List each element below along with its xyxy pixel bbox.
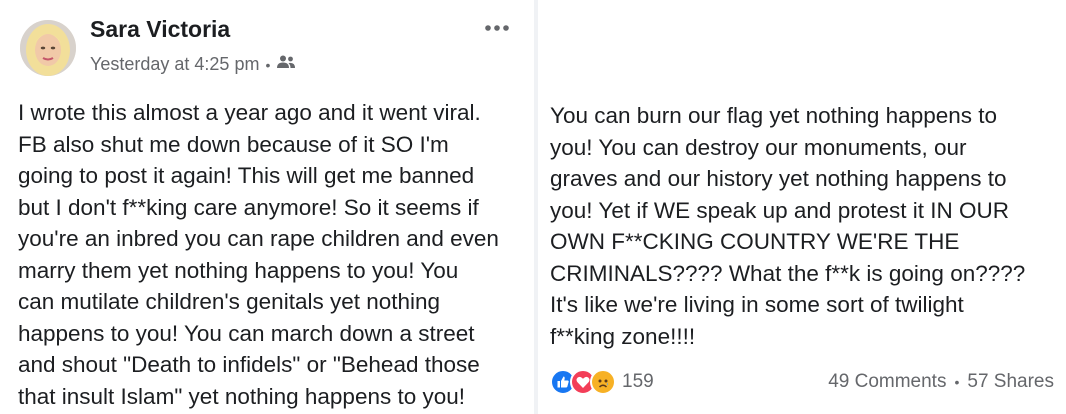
post-text-line: FB also shut me down because of it SO I'… xyxy=(18,131,449,157)
comments-count[interactable]: 49 Comments xyxy=(828,371,946,393)
post-text-line: OWN F**CKING COUNTRY WE'RE THE xyxy=(550,229,960,254)
more-options-icon[interactable] xyxy=(480,14,514,42)
reaction-count[interactable]: 159 xyxy=(622,371,654,393)
post-text-line: going to post it again! This will get me… xyxy=(18,163,475,188)
post-text-line: CRIMINALS???? What the f**k is going on?… xyxy=(550,260,1026,286)
post-text-line: can mutilate children's genitals yet not… xyxy=(18,289,441,314)
post-text-line: marry them yet nothing happens to you! Y… xyxy=(18,257,459,283)
post-text-line: f**king zone!!!! xyxy=(550,323,696,349)
meta-separator: • xyxy=(265,56,271,73)
post-text-line: that insult Islam" yet nothing happens t… xyxy=(18,383,466,409)
post-left-panel: Sara Victoria Yesterday at 4:25 pm • I w… xyxy=(0,0,534,414)
post-text-line: graves and our history yet nothing happe… xyxy=(550,166,1007,191)
avatar-image xyxy=(20,20,76,76)
post-meta: Yesterday at 4:25 pm • xyxy=(90,54,296,75)
sad-icon xyxy=(590,369,616,395)
friends-icon[interactable] xyxy=(276,54,296,75)
author-avatar[interactable] xyxy=(20,20,76,76)
engagement-stats: 49 Comments • 57 Shares xyxy=(828,371,1054,393)
post-text-line: you! You can destroy our monuments, our xyxy=(550,134,967,160)
shares-count[interactable]: 57 Shares xyxy=(967,371,1054,393)
post-text-line: happens to you! You can march down a str… xyxy=(18,320,475,346)
post-right-panel: You can burn our flag yet nothing happen… xyxy=(538,0,1066,414)
post-text-line: you're an inbred you can rape children a… xyxy=(18,226,499,251)
post-text-line: and shout "Death to infidels" or "Behead… xyxy=(18,352,480,377)
post-text-line: you! Yet if WE speak up and protest it I… xyxy=(550,197,1009,223)
post-text-line: but I don't f**king care anymore! So it … xyxy=(18,194,479,220)
stats-separator: • xyxy=(954,374,960,390)
post-text-right: You can burn our flag yet nothing happen… xyxy=(550,100,1025,352)
post-text-left: I wrote this almost a year ago and it we… xyxy=(18,97,499,412)
author-name[interactable]: Sara Victoria xyxy=(90,16,230,43)
post-text-line: You can burn our flag yet nothing happen… xyxy=(550,103,998,128)
reactions-summary[interactable]: 159 xyxy=(550,369,654,395)
post-text-line: It's like we're living in some sort of t… xyxy=(550,292,964,317)
post-timestamp[interactable]: Yesterday at 4:25 pm xyxy=(90,54,259,75)
post-text-line: I wrote this almost a year ago and it we… xyxy=(18,100,481,125)
